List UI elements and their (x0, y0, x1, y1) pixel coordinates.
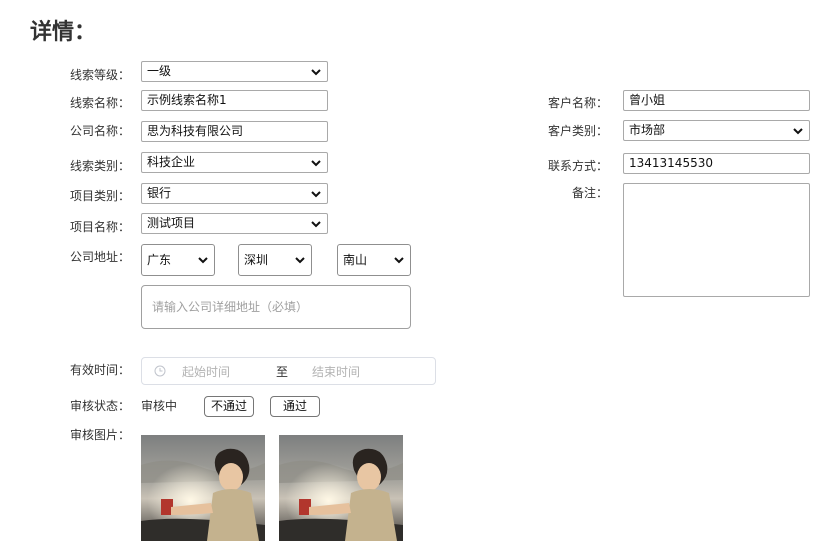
range-separator: 至 (275, 364, 288, 379)
review-status-label: 审核状态： (69, 399, 130, 413)
clock-icon (154, 365, 166, 377)
address-label: 公司地址： (69, 250, 130, 264)
customer-name-input[interactable]: 曾小姐 (623, 90, 810, 111)
customer-type-select[interactable]: 市场部 (623, 120, 810, 141)
customer-type-label: 客户类别： (547, 124, 608, 138)
name-input[interactable]: 示例线索名称1 (141, 90, 328, 111)
end-time-input[interactable]: 结束时间 (312, 363, 392, 380)
project-type-select[interactable]: 银行 (141, 183, 328, 204)
city-select[interactable]: 深圳 (238, 244, 312, 276)
review-status-value: 审核中 (141, 399, 178, 413)
project-type-value: 银行 (147, 186, 172, 200)
category-value: 科技企业 (147, 155, 196, 169)
chevron-down-icon (393, 254, 405, 266)
date-range-picker[interactable]: 起始时间 至 结束时间 (141, 357, 436, 385)
province-select[interactable]: 广东 (141, 244, 215, 276)
level-label: 线索等级： (69, 68, 130, 82)
chevron-down-icon (197, 254, 209, 266)
chevron-down-icon (310, 218, 322, 230)
review-images-label: 审核图片： (69, 428, 130, 442)
company-label: 公司名称： (69, 124, 130, 138)
district-select[interactable]: 南山 (337, 244, 411, 276)
level-value: 一级 (147, 64, 172, 78)
city-value: 深圳 (244, 252, 269, 267)
project-name-select[interactable]: 测试项目 (141, 213, 328, 234)
address-detail-input[interactable]: 请输入公司详细地址（必填） (141, 285, 411, 329)
category-label: 线索类别： (69, 159, 130, 173)
district-value: 南山 (343, 252, 368, 267)
start-time-input[interactable]: 起始时间 (182, 363, 262, 380)
reject-button[interactable]: 不通过 (204, 396, 254, 417)
chevron-down-icon (792, 125, 804, 137)
project-name-value: 测试项目 (147, 216, 196, 230)
chevron-down-icon (310, 188, 322, 200)
remark-label: 备注： (571, 186, 608, 200)
valid-time-label: 有效时间： (69, 363, 130, 377)
province-value: 广东 (147, 252, 172, 267)
contact-label: 联系方式： (547, 159, 608, 173)
page-title: 详情： (30, 20, 97, 45)
customer-name-label: 客户名称： (547, 96, 608, 110)
chevron-down-icon (310, 157, 322, 169)
level-select[interactable]: 一级 (141, 61, 328, 82)
project-type-label: 项目类别： (69, 189, 130, 203)
name-label: 线索名称： (69, 96, 130, 110)
review-image[interactable] (141, 435, 265, 541)
category-select[interactable]: 科技企业 (141, 152, 328, 173)
project-name-label: 项目名称： (69, 220, 130, 234)
remark-textarea[interactable] (623, 183, 810, 297)
customer-type-value: 市场部 (629, 123, 666, 137)
company-input[interactable]: 思为科技有限公司 (141, 121, 328, 142)
contact-input[interactable]: 13413145530 (623, 153, 810, 174)
chevron-down-icon (310, 66, 322, 78)
review-image[interactable] (279, 435, 403, 541)
chevron-down-icon (294, 254, 306, 266)
approve-button[interactable]: 通过 (270, 396, 320, 417)
